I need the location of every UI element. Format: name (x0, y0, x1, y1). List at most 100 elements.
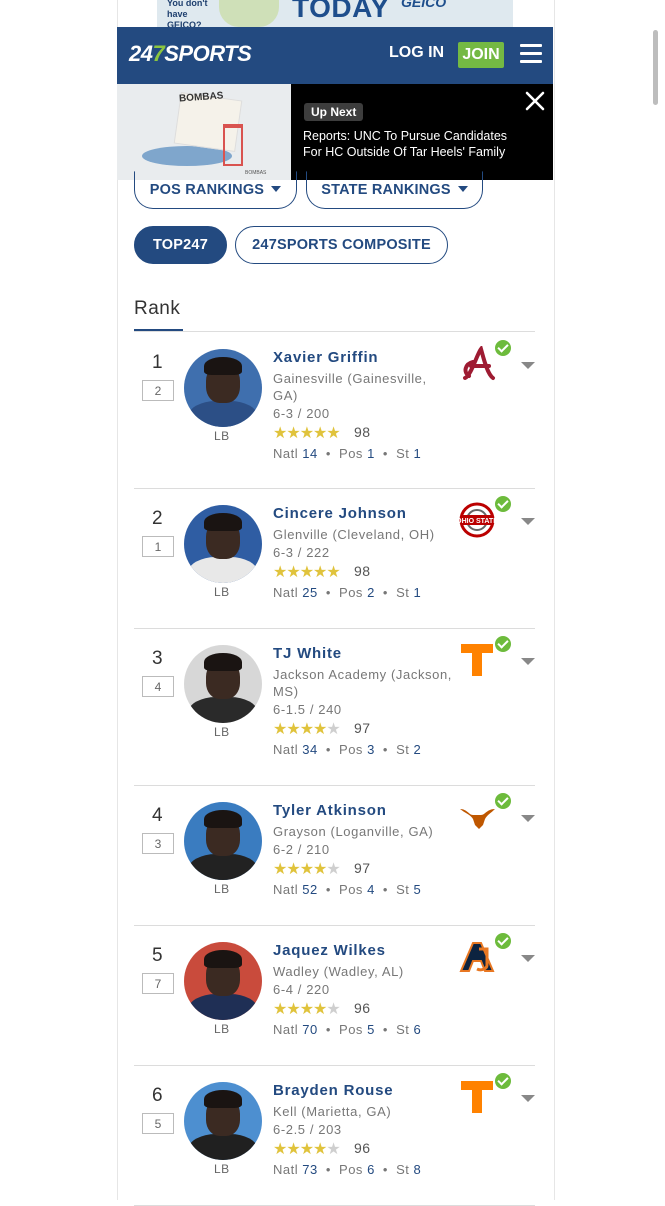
star-icon: ★ (286, 1141, 300, 1158)
player-row[interactable]: 5 7 LB Jaquez Wilkes Wadley (Wadley, AL)… (134, 925, 535, 1066)
player-photo[interactable] (184, 645, 262, 723)
photo-hair (204, 810, 242, 828)
login-link[interactable]: LOG IN (389, 44, 444, 62)
previous-rank-badge: 4 (142, 676, 174, 697)
thumbnail-stool (223, 124, 243, 166)
state-rank: 1 (413, 446, 422, 461)
st-label: St (396, 742, 410, 757)
team-logo-icon[interactable] (459, 939, 499, 975)
player-height-weight: 6-1.5 / 240 (273, 702, 342, 717)
player-photo[interactable] (184, 802, 262, 880)
player-row[interactable]: 1 2 LB Xavier Griffin Gainesville (Gaine… (134, 332, 535, 489)
star-icon: ★ (313, 1141, 327, 1158)
expand-chevron-icon[interactable] (521, 1095, 535, 1102)
player-photo[interactable] (184, 505, 262, 583)
scrollbar[interactable] (653, 30, 658, 105)
player-name-link[interactable]: Cincere Johnson (273, 505, 407, 522)
player-name-link[interactable]: Brayden Rouse (273, 1082, 393, 1099)
separator-dot: • (382, 882, 388, 897)
player-photo[interactable] (184, 942, 262, 1020)
natl-rank: 73 (302, 1162, 318, 1177)
st-label: St (396, 585, 410, 600)
player-photo[interactable] (184, 1082, 262, 1160)
state-rank: 6 (413, 1022, 422, 1037)
logo-24: 24 (129, 41, 153, 66)
player-row[interactable]: 2 1 LB Cincere Johnson Glenville (Clevel… (134, 488, 535, 629)
team-logo-icon[interactable] (459, 1079, 499, 1115)
expand-chevron-icon[interactable] (521, 815, 535, 822)
photo-body (188, 401, 258, 427)
pos-rank: 3 (367, 742, 375, 757)
st-label: St (396, 882, 410, 897)
video-thumbnail[interactable]: BOMBAS BOMBAS (117, 84, 291, 180)
player-name-link[interactable]: Tyler Atkinson (273, 802, 387, 819)
separator-dot: • (325, 742, 331, 757)
player-row[interactable]: 6 5 LB Brayden Rouse Kell (Marietta, GA)… (134, 1065, 535, 1206)
player-ranks: Natl 52 • Pos 4 • St 5 (273, 882, 421, 897)
expand-chevron-icon[interactable] (521, 518, 535, 525)
team-logo-icon[interactable]: OHIO STATE (456, 502, 499, 538)
natl-label: Natl (273, 1162, 299, 1177)
player-rank: 3 (152, 648, 163, 669)
ad-small-text: You don't have GEICO? (167, 0, 208, 27)
separator-dot: • (382, 742, 388, 757)
player-height-weight: 6-2.5 / 203 (273, 1122, 342, 1137)
player-school: Grayson (Loganville, GA) (273, 824, 434, 839)
logo-7: 7 (152, 41, 165, 66)
previous-rank-badge: 1 (142, 536, 174, 557)
expand-chevron-icon[interactable] (521, 658, 535, 665)
star-icon: ★ (326, 564, 340, 581)
player-name-link[interactable]: Jaquez Wilkes (273, 942, 386, 959)
player-height-weight: 6-4 / 220 (273, 982, 330, 997)
player-name-link[interactable]: Xavier Griffin (273, 349, 378, 366)
close-icon[interactable] (524, 90, 546, 112)
player-row[interactable]: 3 4 LB TJ White Jackson Academy (Jackson… (134, 628, 535, 786)
team-logo-icon[interactable] (459, 799, 499, 835)
player-rank: 6 (152, 1085, 163, 1106)
player-school: Glenville (Cleveland, OH) (273, 527, 435, 542)
star-icon: ★ (286, 861, 300, 878)
join-button[interactable]: JOIN (458, 42, 504, 68)
ad-banner[interactable]: You don't have GEICO? TODAY GEICO (157, 0, 513, 27)
expand-chevron-icon[interactable] (521, 362, 535, 369)
player-name-link[interactable]: TJ White (273, 645, 342, 662)
player-position: LB (214, 725, 230, 739)
player-height-weight: 6-2 / 210 (273, 842, 330, 857)
star-icon: ★ (286, 1001, 300, 1018)
team-logo-icon[interactable] (459, 344, 499, 382)
photo-hair (204, 950, 242, 968)
expand-chevron-icon[interactable] (521, 955, 535, 962)
ad-mascot-image (219, 0, 279, 27)
st-label: St (396, 446, 410, 461)
player-rank: 2 (152, 508, 163, 529)
state-rank: 1 (413, 585, 422, 600)
player-school: Kell (Marietta, GA) (273, 1104, 392, 1119)
hamburger-menu-icon[interactable] (520, 44, 542, 64)
rank-column-header[interactable]: Rank (134, 298, 180, 320)
top247-tab[interactable]: TOP247 (134, 226, 227, 264)
player-height-weight: 6-3 / 222 (273, 545, 330, 560)
player-rating: 96 (354, 1000, 371, 1016)
player-row[interactable]: 4 3 LB Tyler Atkinson Grayson (Loganvill… (134, 785, 535, 926)
star-icon: ★ (299, 861, 314, 878)
pos-rankings-dropdown[interactable]: POS RANKINGS (134, 171, 297, 209)
photo-hair (204, 513, 242, 531)
star-icon: ★ (313, 564, 327, 581)
star-icon: ★ (299, 1141, 314, 1158)
state-rank: 8 (413, 1162, 422, 1177)
player-photo[interactable] (184, 349, 262, 427)
video-title[interactable]: Reports: UNC To Pursue Candidates For HC… (303, 128, 513, 160)
svg-text:OHIO STATE: OHIO STATE (459, 518, 498, 525)
chevron-down-icon (457, 186, 468, 192)
star-icon: ★ (299, 1001, 314, 1018)
composite-tab[interactable]: 247SPORTS COMPOSITE (235, 226, 448, 264)
site-logo[interactable]: 247SPORTS (129, 41, 252, 67)
state-rankings-dropdown[interactable]: STATE RANKINGS (306, 171, 483, 209)
star-rating: ★★★★★ (273, 719, 341, 739)
video-player[interactable]: BOMBAS BOMBAS Up Next Reports: UNC To Pu… (117, 84, 553, 180)
st-label: St (396, 1162, 410, 1177)
separator-dot: • (382, 1162, 388, 1177)
team-logo-icon[interactable] (459, 642, 499, 678)
player-ranks: Natl 34 • Pos 3 • St 2 (273, 742, 421, 757)
photo-body (188, 1134, 258, 1160)
